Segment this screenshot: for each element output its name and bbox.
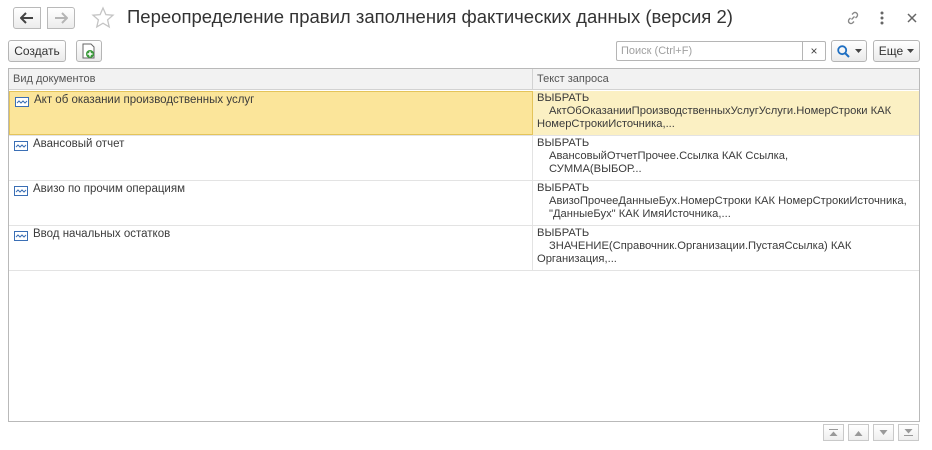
search-clear-button[interactable]: × xyxy=(803,41,826,61)
search-input[interactable] xyxy=(616,41,803,61)
page-title: Переопределение правил заполнения фактич… xyxy=(127,6,733,27)
chevron-down-icon xyxy=(907,49,915,53)
query-line: ВЫБРАТЬ xyxy=(537,227,590,239)
query-line: ВЫБРАТЬ xyxy=(537,137,590,149)
document-type-icon xyxy=(14,186,28,196)
doc-type-label: Авансовый отчет xyxy=(33,138,125,150)
link-icon[interactable] xyxy=(844,9,862,27)
doc-type-cell[interactable]: Авизо по прочим операциям xyxy=(9,181,533,225)
document-type-icon xyxy=(15,97,29,107)
query-line: АвансовыйОтчетПрочее.Ссылка КАК Ссылка, xyxy=(549,150,789,162)
doc-type-label: Акт об оказании производственных услуг xyxy=(34,94,255,106)
close-icon[interactable] xyxy=(903,9,921,27)
copy-add-icon xyxy=(82,43,95,59)
create-button[interactable]: Создать xyxy=(8,40,66,62)
star-icon[interactable] xyxy=(91,6,115,30)
query-text-cell[interactable]: ВЫБРАТЬ АктОбОказанииПроизводственныхУсл… xyxy=(537,92,915,131)
first-page-icon xyxy=(829,429,838,436)
query-text-cell[interactable]: ВЫБРАТЬ АвизоПрочееДанныеБух.НомерСтроки… xyxy=(537,182,915,221)
query-text-cell[interactable]: ВЫБРАТЬ ЗНАЧЕНИЕ(Справочник.Организации.… xyxy=(537,227,915,266)
query-line: "ДанныеБух" КАК ИмяИсточника,... xyxy=(549,208,731,220)
search-icon xyxy=(836,44,850,58)
copy-button[interactable] xyxy=(76,40,102,62)
query-line: Организация,... xyxy=(537,253,617,265)
arrow-right-icon xyxy=(55,12,68,24)
table-row[interactable]: Авизо по прочим операциям ВЫБРАТЬ АвизоП… xyxy=(9,181,919,226)
column-header-doc-type[interactable]: Вид документов xyxy=(9,69,533,90)
last-page-icon xyxy=(904,429,913,436)
forward-button[interactable] xyxy=(47,7,75,29)
arrow-up-icon xyxy=(854,430,863,436)
doc-type-label: Авизо по прочим операциям xyxy=(33,183,185,195)
table-header: Вид документов Текст запроса xyxy=(9,69,919,90)
query-line: НомерСтрокиИсточника,... xyxy=(537,118,675,130)
scroll-down-button[interactable] xyxy=(873,424,894,441)
query-text-cell[interactable]: ВЫБРАТЬ АвансовыйОтчетПрочее.Ссылка КАК … xyxy=(537,137,915,176)
query-line: ВЫБРАТЬ xyxy=(537,182,590,194)
doc-type-cell[interactable]: Ввод начальных остатков xyxy=(9,226,533,270)
rules-table: Вид документов Текст запроса Акт об оказ… xyxy=(8,68,920,422)
arrow-down-icon xyxy=(879,429,888,435)
doc-type-label: Ввод начальных остатков xyxy=(33,228,171,240)
table-row[interactable]: Акт об оказании производственных услуг В… xyxy=(9,91,919,136)
query-line: СУММА(ВЫБОР... xyxy=(549,163,642,175)
table-row[interactable]: Ввод начальных остатков ВЫБРАТЬ ЗНАЧЕНИЕ… xyxy=(9,226,919,271)
query-line: ЗНАЧЕНИЕ(Справочник.Организации.ПустаяСс… xyxy=(549,240,852,252)
scroll-to-top-button[interactable] xyxy=(823,424,844,441)
chevron-down-icon xyxy=(854,49,862,53)
query-line: АвизоПрочееДанныеБух.НомерСтроки КАК Ном… xyxy=(549,195,907,207)
more-button-label: Еще xyxy=(878,44,904,58)
document-type-icon xyxy=(14,231,28,241)
query-line: АктОбОказанииПроизводственныхУслугУслуги… xyxy=(549,105,892,117)
doc-type-cell[interactable]: Авансовый отчет xyxy=(9,136,533,180)
column-header-query-text[interactable]: Текст запроса xyxy=(533,69,919,90)
more-button[interactable]: Еще xyxy=(873,40,920,62)
doc-type-cell[interactable]: Акт об оказании производственных услуг xyxy=(9,91,533,135)
table-row[interactable]: Авансовый отчет ВЫБРАТЬ АвансовыйОтчетПр… xyxy=(9,136,919,181)
scroll-up-button[interactable] xyxy=(848,424,869,441)
search-button[interactable] xyxy=(831,40,867,62)
document-type-icon xyxy=(14,141,28,151)
scroll-to-bottom-button[interactable] xyxy=(898,424,919,441)
more-vertical-icon[interactable] xyxy=(873,9,891,27)
back-button[interactable] xyxy=(13,7,41,29)
query-line: ВЫБРАТЬ xyxy=(537,92,590,104)
arrow-left-icon xyxy=(20,12,33,24)
title-bar: Переопределение правил заполнения фактич… xyxy=(0,0,932,36)
